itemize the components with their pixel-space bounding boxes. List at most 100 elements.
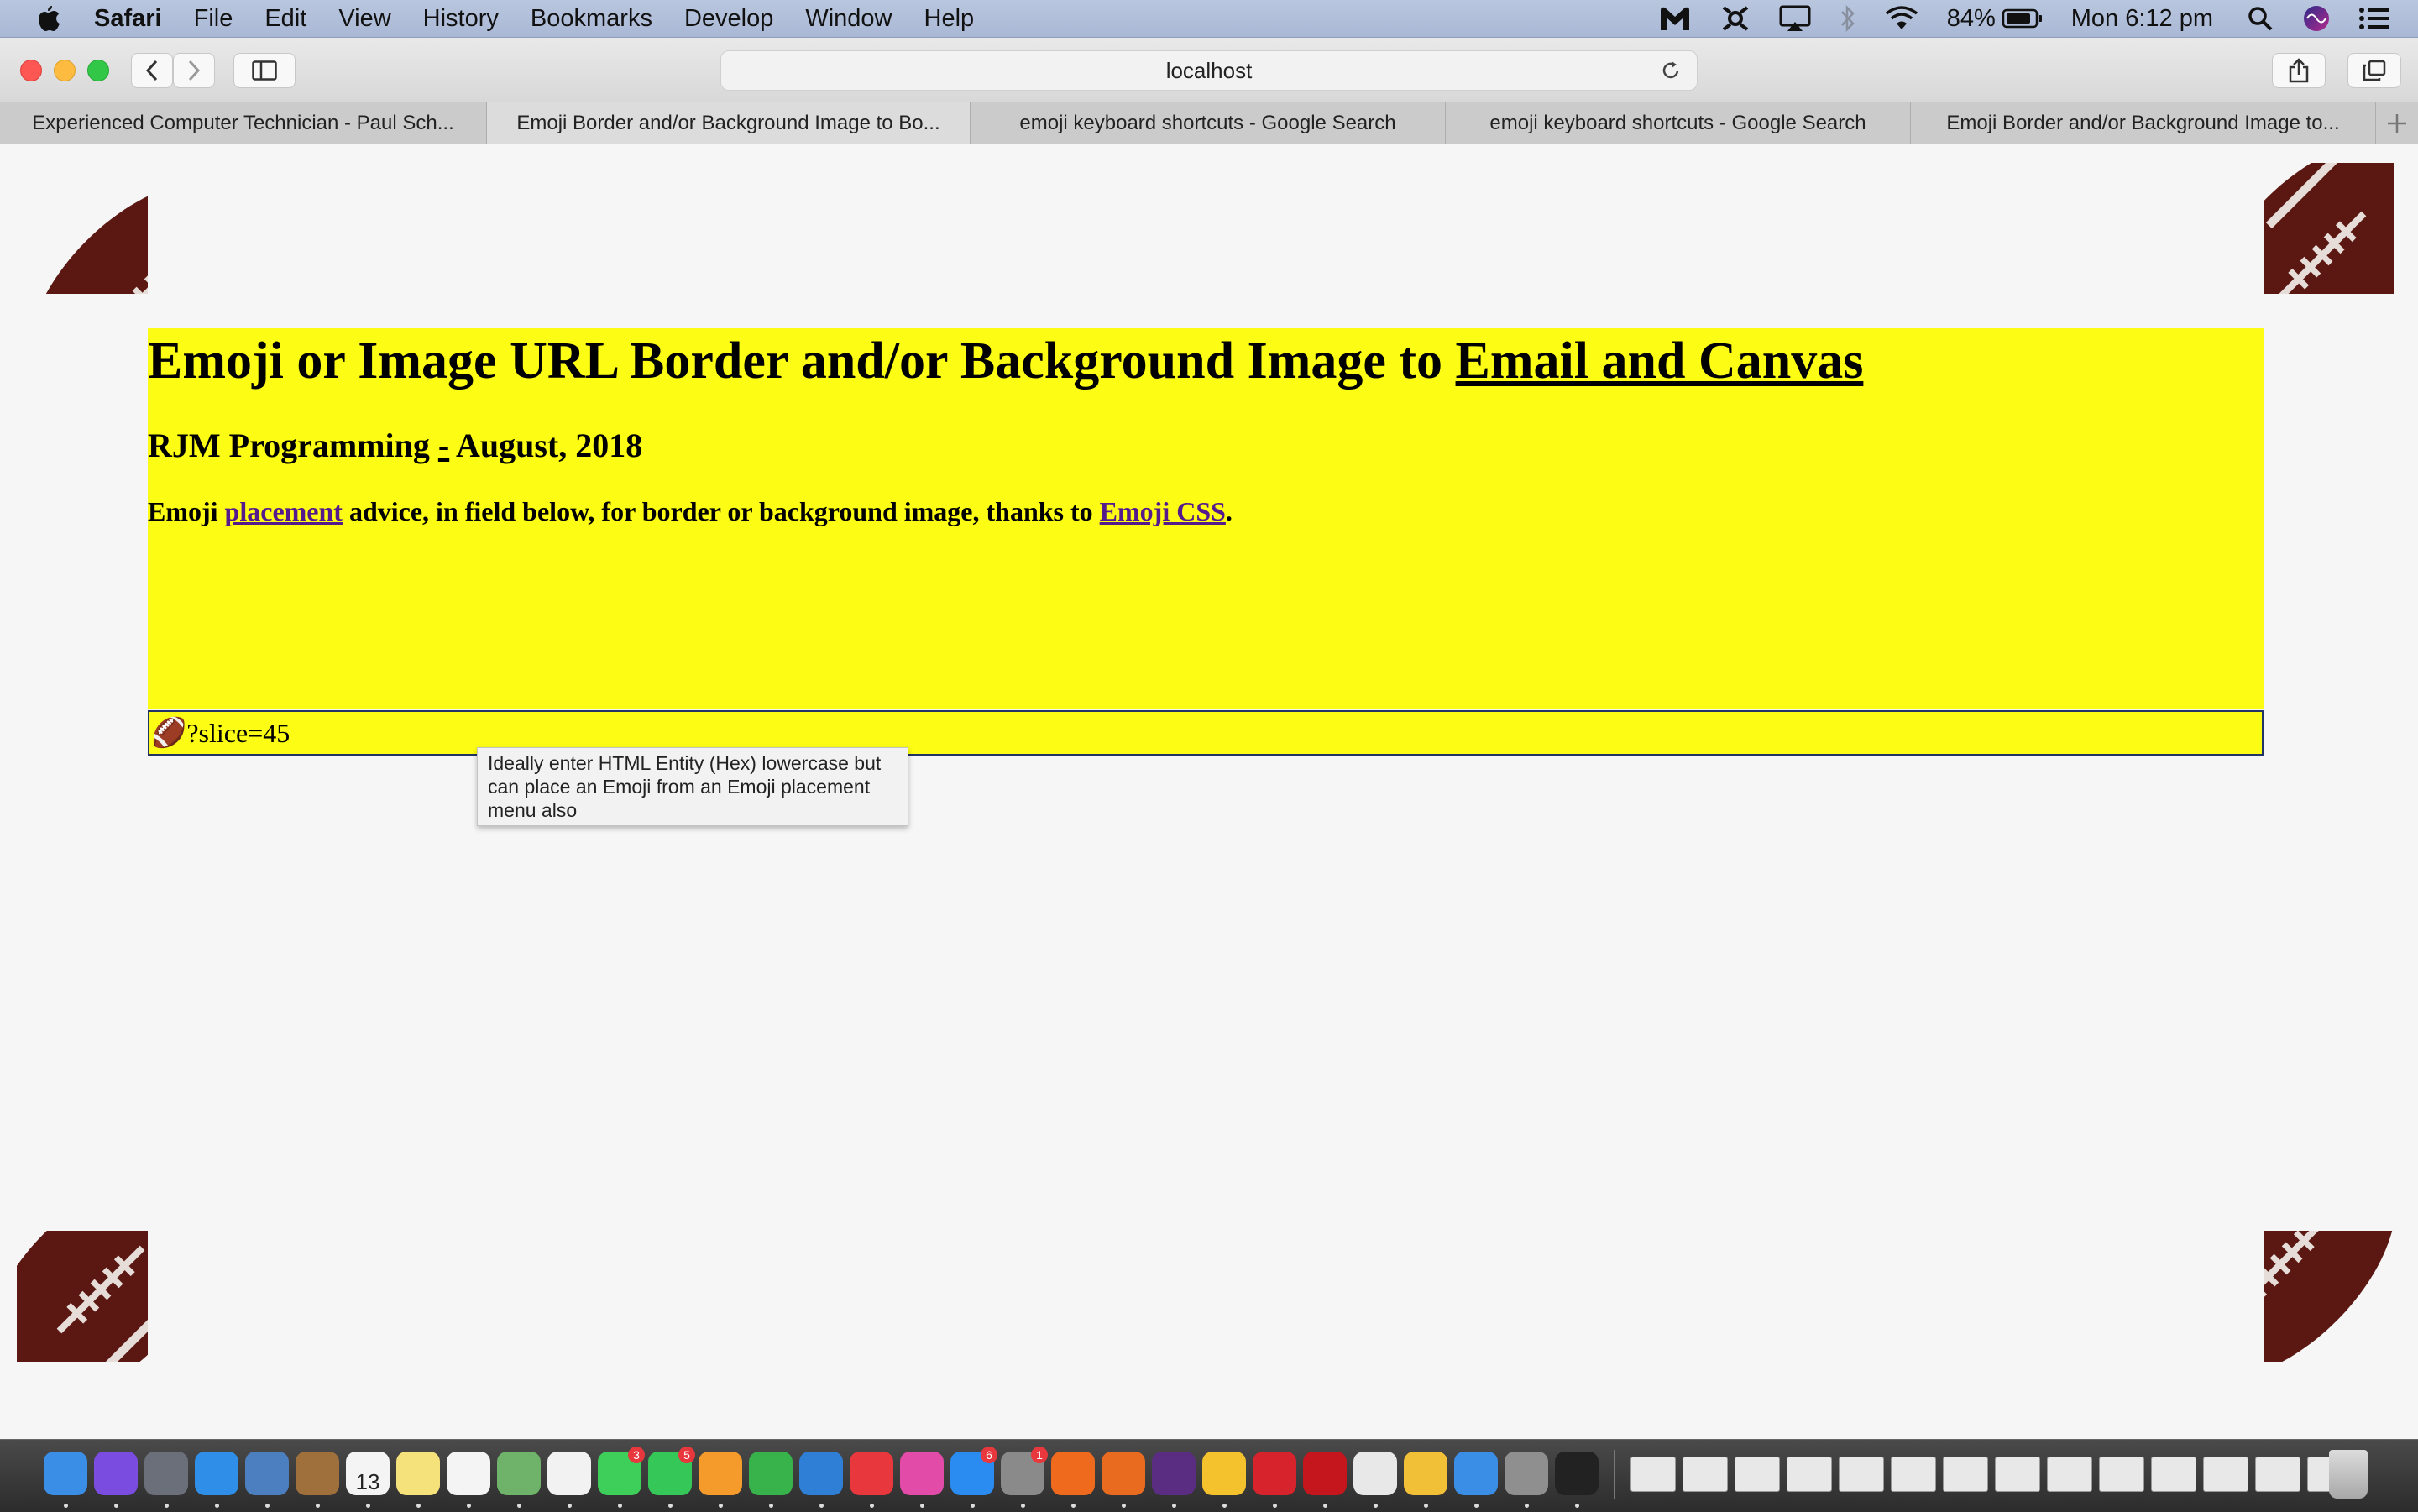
menu-history[interactable]: History	[423, 5, 499, 33]
opera-icon[interactable]	[1253, 1452, 1296, 1495]
emoji-css-link[interactable]: Emoji CSS	[1100, 496, 1226, 526]
trash-icon[interactable]	[2329, 1450, 2368, 1499]
minimized-window-thumbnail[interactable]	[2047, 1457, 2092, 1492]
calendar-icon[interactable]: 13	[346, 1452, 390, 1495]
tab-emoji-border-active[interactable]: Emoji Border and/or Background Image to …	[487, 102, 971, 144]
dock-separator	[1614, 1450, 1615, 1499]
malwarebytes-icon[interactable]	[1658, 5, 1692, 32]
tab-emoji-shortcuts-2[interactable]: emoji keyboard shortcuts - Google Search	[1446, 102, 1911, 144]
keynote-icon[interactable]	[799, 1452, 843, 1495]
reminders-icon[interactable]	[447, 1452, 490, 1495]
back-button[interactable]	[131, 53, 173, 88]
airplay-icon[interactable]	[1779, 5, 1811, 32]
minimized-window-thumbnail[interactable]	[1995, 1457, 2040, 1492]
apple-icon[interactable]	[34, 3, 62, 34]
minimized-window-thumbnail[interactable]	[1630, 1457, 1676, 1492]
siri-menu-icon[interactable]	[2302, 4, 2331, 33]
preview-icon[interactable]	[245, 1452, 289, 1495]
minimized-window-thumbnail[interactable]	[2255, 1457, 2300, 1492]
crossover-icon[interactable]	[1720, 4, 1751, 33]
address-bar-text[interactable]: localhost	[1166, 58, 1253, 84]
minimized-window-thumbnail[interactable]	[1735, 1457, 1780, 1492]
emoji-input-value[interactable]: ?slice=45	[186, 718, 290, 749]
share-button[interactable]	[2272, 53, 2326, 88]
minimized-window-thumbnail[interactable]	[2203, 1457, 2248, 1492]
wifi-icon[interactable]	[1885, 6, 1918, 31]
minimized-window-thumbnail[interactable]	[1839, 1457, 1884, 1492]
web-page: Emoji or Image URL Border and/or Backgro…	[0, 144, 2418, 1437]
tab-emoji-border-2[interactable]: Emoji Border and/or Background Image to.…	[1911, 102, 2376, 144]
spotlight-icon[interactable]	[2247, 5, 2274, 32]
browser-toolbar: localhost	[0, 38, 2418, 102]
running-indicator	[971, 1504, 975, 1508]
photos-icon[interactable]	[547, 1452, 591, 1495]
tab-overview-button[interactable]	[2347, 53, 2401, 88]
reload-icon[interactable]	[1658, 58, 1683, 83]
tab-label: Emoji Border and/or Background Image to …	[516, 112, 940, 134]
xcode-icon[interactable]	[1454, 1452, 1498, 1495]
running-indicator	[1273, 1504, 1277, 1508]
sidebar-button[interactable]	[233, 53, 296, 88]
automator-icon[interactable]	[1505, 1452, 1548, 1495]
minimized-window-thumbnail[interactable]	[1787, 1457, 1832, 1492]
close-window-button[interactable]	[20, 60, 42, 81]
maps-icon[interactable]	[497, 1452, 541, 1495]
terminal-icon[interactable]	[1555, 1452, 1599, 1495]
zoom-window-button[interactable]	[87, 60, 109, 81]
numbers-icon[interactable]	[749, 1452, 793, 1495]
chrome-icon[interactable]	[1202, 1452, 1246, 1495]
contacts-icon[interactable]	[296, 1452, 339, 1495]
tab-emoji-shortcuts-1[interactable]: emoji keyboard shortcuts - Google Search	[971, 102, 1446, 144]
minimized-window-thumbnail[interactable]	[2151, 1457, 2196, 1492]
running-indicator	[165, 1504, 169, 1508]
bluetooth-icon[interactable]	[1840, 4, 1856, 33]
siri-icon[interactable]	[94, 1452, 138, 1495]
news-icon[interactable]	[850, 1452, 893, 1495]
menu-clock[interactable]: Mon 6:12 pm	[2071, 5, 2213, 33]
forward-button[interactable]	[173, 53, 215, 88]
notification-center-icon[interactable]	[2359, 7, 2389, 30]
minimized-window-thumbnail[interactable]	[1683, 1457, 1728, 1492]
menu-help[interactable]: Help	[924, 5, 975, 33]
tab-paul-schmidt[interactable]: Experienced Computer Technician - Paul S…	[0, 102, 487, 144]
launchpad-icon[interactable]	[144, 1452, 188, 1495]
mamp-icon[interactable]	[1404, 1452, 1447, 1495]
running-indicator	[719, 1504, 723, 1508]
itunes-icon[interactable]	[900, 1452, 944, 1495]
firefox-icon[interactable]	[1102, 1452, 1145, 1495]
placement-link[interactable]: placement	[225, 496, 343, 526]
menu-view[interactable]: View	[338, 5, 390, 33]
phpstorm-icon[interactable]	[1152, 1452, 1196, 1495]
menu-edit[interactable]: Edit	[264, 5, 306, 33]
filezilla-icon[interactable]	[1303, 1452, 1347, 1495]
safari-icon[interactable]	[195, 1452, 238, 1495]
menu-window[interactable]: Window	[805, 5, 892, 33]
football-icon	[2264, 1231, 2394, 1362]
running-indicator	[870, 1504, 874, 1508]
battery-icon[interactable]	[2002, 8, 2043, 29]
finder-icon[interactable]	[44, 1452, 87, 1495]
address-bar[interactable]: localhost	[720, 50, 1698, 91]
app-menu-safari[interactable]: Safari	[94, 5, 162, 33]
running-indicator	[114, 1504, 118, 1508]
minimize-window-button[interactable]	[54, 60, 76, 81]
menu-file[interactable]: File	[194, 5, 233, 33]
tableplus-icon[interactable]	[1353, 1452, 1397, 1495]
emoji-input[interactable]: 🏈 ?slice=45	[148, 710, 2264, 756]
minimized-window-thumbnail[interactable]	[2099, 1457, 2144, 1492]
running-indicator	[1474, 1504, 1479, 1508]
email-and-canvas-link[interactable]: Email and Canvas	[1456, 332, 1864, 390]
notes-icon[interactable]	[396, 1452, 440, 1495]
running-indicator	[366, 1504, 370, 1508]
minimized-window-thumbnail[interactable]	[1943, 1457, 1988, 1492]
pages-icon[interactable]	[699, 1452, 742, 1495]
subtitle-dash-link[interactable]: -	[438, 426, 449, 464]
football-corner-bottom-left	[17, 1231, 148, 1362]
avast-icon[interactable]	[1051, 1452, 1095, 1495]
menu-bookmarks[interactable]: Bookmarks	[531, 5, 652, 33]
new-tab-button[interactable]	[2376, 102, 2418, 144]
menu-develop[interactable]: Develop	[684, 5, 773, 33]
notification-badge: 5	[678, 1447, 695, 1463]
minimized-window-thumbnail[interactable]	[1891, 1457, 1936, 1492]
running-indicator	[568, 1504, 572, 1508]
